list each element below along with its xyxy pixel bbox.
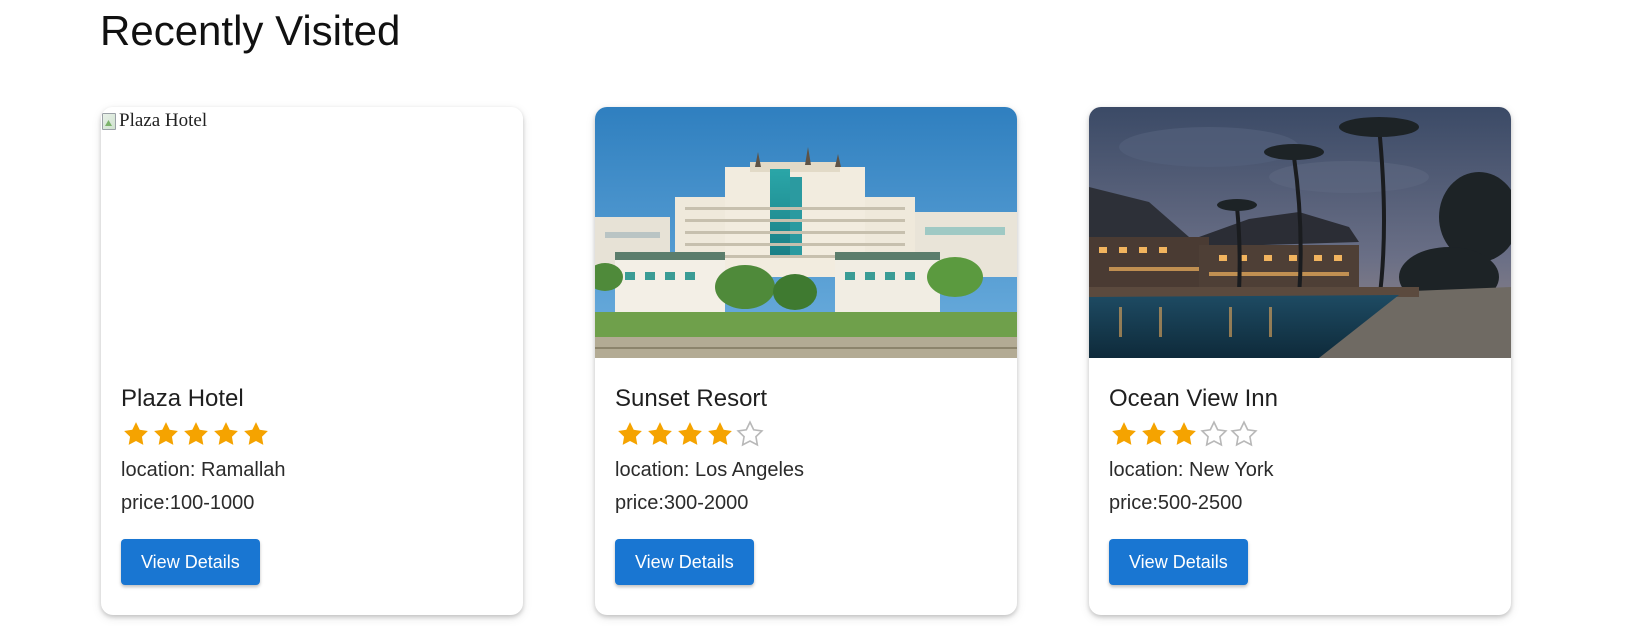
broken-image-icon (101, 112, 117, 130)
resort-photo (595, 107, 1017, 358)
star-filled-icon (1112, 422, 1136, 445)
hotel-card: Plaza Hotel Plaza Hotel location: Ramall… (101, 107, 523, 615)
inn-photo (1089, 107, 1511, 358)
star-rating (1109, 418, 1491, 450)
hotel-card: Sunset Resort location: Los Angeles pric… (595, 107, 1017, 615)
hotel-image (1089, 107, 1511, 358)
star-filled-icon (124, 422, 148, 445)
star-empty-icon (736, 420, 764, 447)
star-filled-icon (184, 422, 208, 445)
star-filled-icon (678, 422, 702, 445)
view-details-button[interactable]: View Details (121, 539, 260, 585)
hotel-image (595, 107, 1017, 358)
star-filled-icon (244, 422, 268, 445)
hotel-card: Ocean View Inn location: New York price:… (1089, 107, 1511, 615)
star-filled-icon (214, 422, 238, 445)
view-details-button[interactable]: View Details (615, 539, 754, 585)
section-title: Recently Visited (100, 7, 401, 54)
hotel-price: price:100-1000 (121, 492, 255, 514)
hotel-card-list: Plaza Hotel Plaza Hotel location: Ramall… (101, 107, 1511, 615)
hotel-location: location: New York (1109, 459, 1274, 481)
hotel-location: location: Ramallah (121, 459, 286, 481)
hotel-price: price:500-2500 (1109, 492, 1243, 514)
view-details-button[interactable]: View Details (1109, 539, 1248, 585)
star-empty-icon (1230, 420, 1258, 447)
hotel-location: location: Los Angeles (615, 459, 805, 481)
hotel-image: Plaza Hotel (101, 107, 523, 358)
star-filled-icon (648, 422, 672, 445)
hotel-name: Ocean View Inn (1109, 385, 1278, 412)
star-rating (615, 418, 997, 450)
star-rating (121, 418, 503, 450)
star-empty-icon (1200, 420, 1228, 447)
hotel-name: Plaza Hotel (121, 385, 244, 412)
recently-visited-page: Recently Visited Plaza Hotel Plaza Hotel… (0, 0, 1635, 626)
star-filled-icon (708, 422, 732, 445)
hotel-name: Sunset Resort (615, 385, 768, 412)
star-filled-icon (1172, 422, 1196, 445)
hotel-price: price:300-2000 (615, 492, 749, 514)
star-filled-icon (618, 422, 642, 445)
hotel-image-alt-text: Plaza Hotel (119, 110, 208, 131)
star-filled-icon (1142, 422, 1166, 445)
star-filled-icon (154, 422, 178, 445)
